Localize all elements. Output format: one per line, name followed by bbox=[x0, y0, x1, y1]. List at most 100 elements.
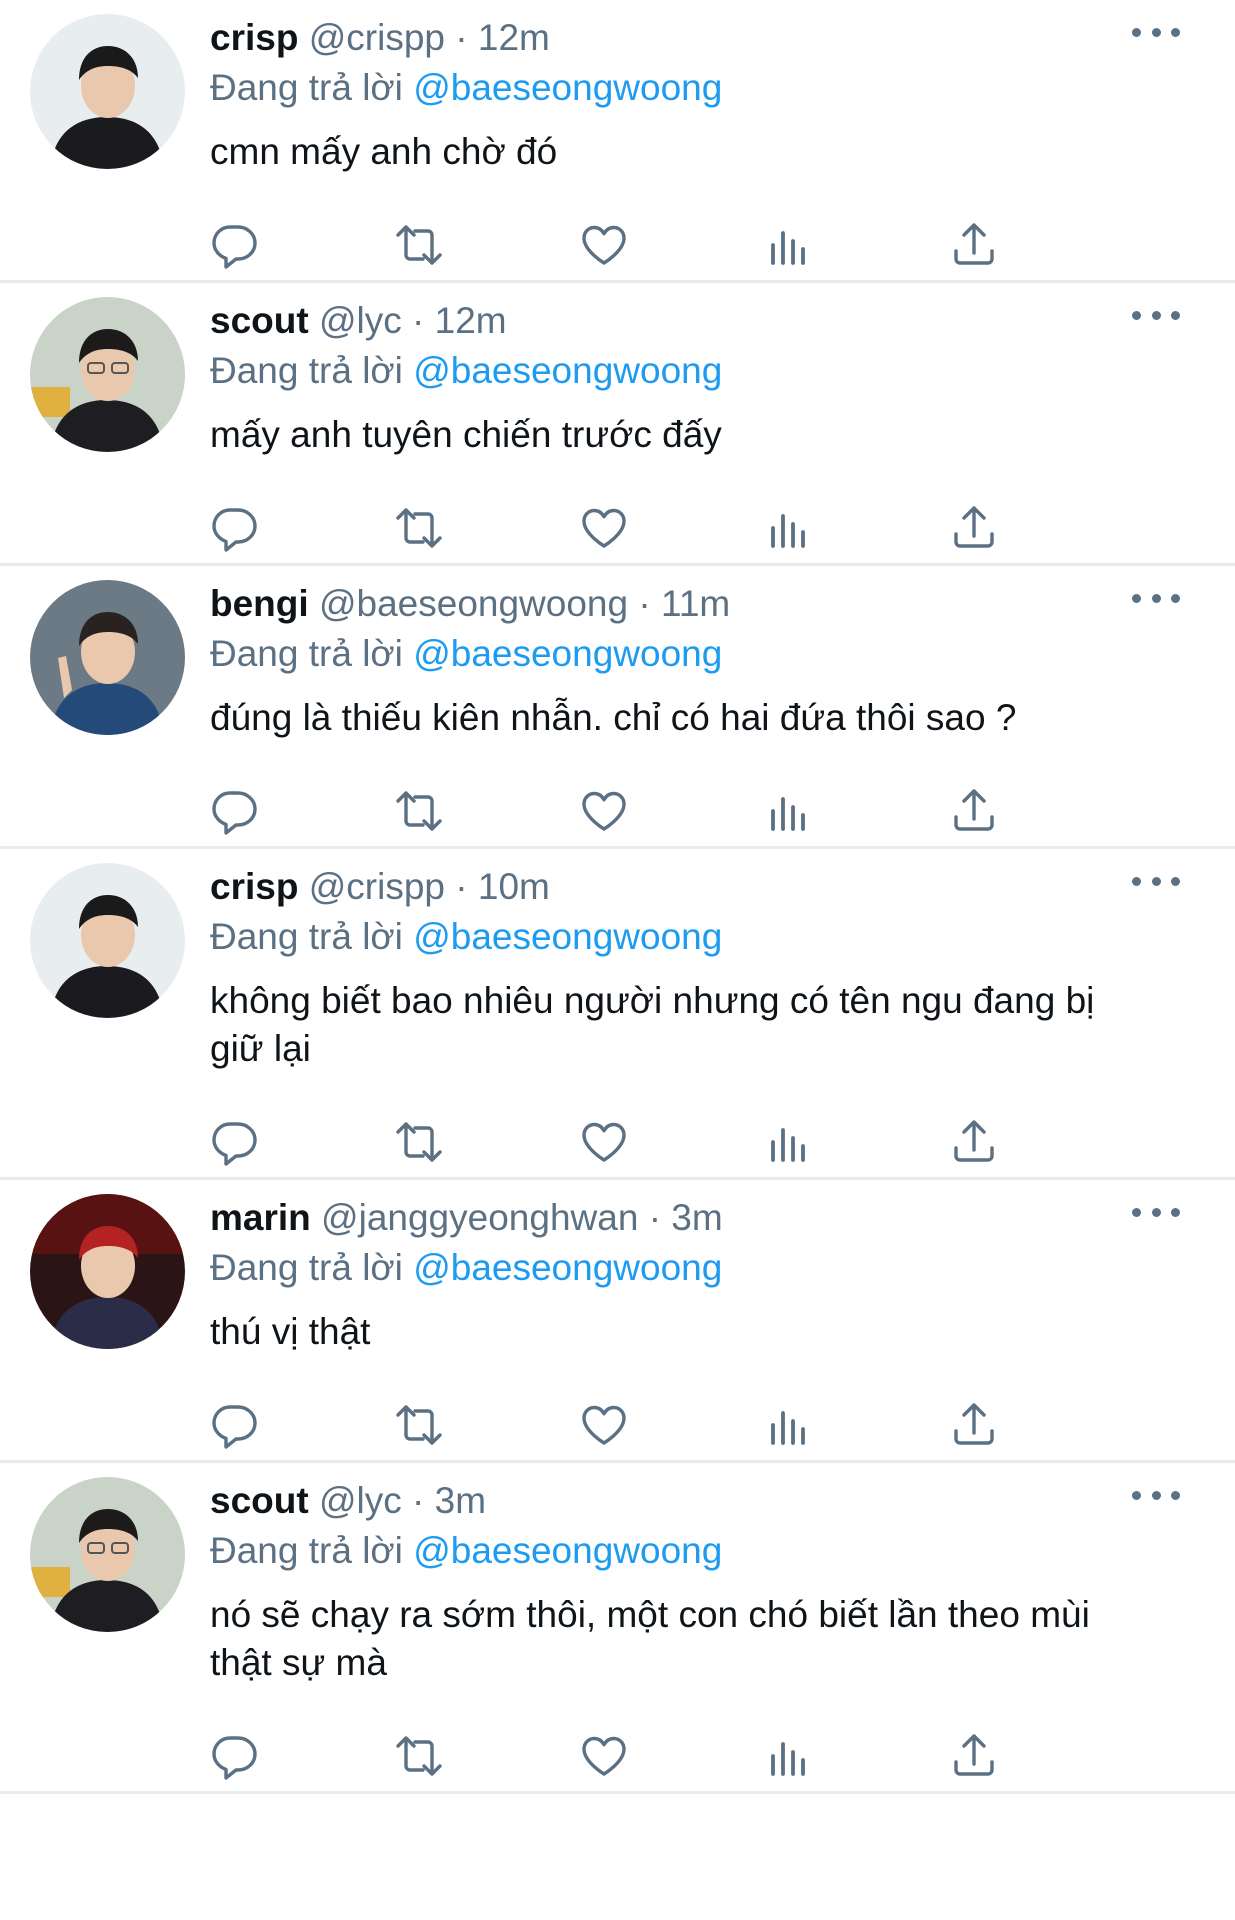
analytics-button[interactable] bbox=[765, 1390, 950, 1460]
share-button[interactable] bbox=[950, 1390, 1135, 1460]
tweet-actions bbox=[210, 210, 1135, 280]
analytics-button[interactable] bbox=[765, 1107, 950, 1177]
more-icon[interactable] bbox=[1132, 588, 1180, 608]
avatar[interactable] bbox=[30, 1477, 185, 1632]
tweet-actions bbox=[210, 1390, 1135, 1460]
retweet-button[interactable] bbox=[395, 1390, 580, 1460]
analytics-button[interactable] bbox=[765, 493, 950, 563]
like-button[interactable] bbox=[580, 1390, 765, 1460]
reply-button[interactable] bbox=[210, 1390, 395, 1460]
retweet-button[interactable] bbox=[395, 210, 580, 280]
timestamp[interactable]: 11m bbox=[661, 583, 730, 624]
reply-button[interactable] bbox=[210, 493, 395, 563]
user-handle[interactable]: @baeseongwoong bbox=[319, 583, 628, 624]
more-icon[interactable] bbox=[1132, 305, 1180, 325]
reply-prefix: Đang trả lời bbox=[210, 67, 403, 108]
reply-mention-link[interactable]: @baeseongwoong bbox=[413, 1247, 722, 1288]
reply-icon bbox=[212, 1405, 257, 1449]
share-icon bbox=[954, 223, 994, 265]
like-button[interactable] bbox=[580, 493, 765, 563]
like-icon bbox=[582, 1405, 626, 1445]
analytics-button[interactable] bbox=[765, 210, 950, 280]
display-name[interactable]: scout bbox=[210, 300, 309, 341]
avatar[interactable] bbox=[30, 297, 185, 452]
tweet[interactable]: scout @lyc · 3m Đang trả lời @baeseongwo… bbox=[0, 1463, 1235, 1794]
tweet[interactable]: marin @janggyeonghwan · 3m Đang trả lời … bbox=[0, 1180, 1235, 1463]
user-handle[interactable]: @crispp bbox=[309, 17, 445, 58]
display-name[interactable]: bengi bbox=[210, 583, 309, 624]
analytics-button[interactable] bbox=[765, 1721, 950, 1791]
display-name[interactable]: crisp bbox=[210, 866, 298, 907]
retweet-icon bbox=[396, 1122, 442, 1162]
timestamp[interactable]: 10m bbox=[478, 866, 550, 907]
reply-mention-link[interactable]: @baeseongwoong bbox=[413, 67, 722, 108]
separator-dot: · bbox=[648, 1197, 662, 1238]
retweet-button[interactable] bbox=[395, 1721, 580, 1791]
reply-button[interactable] bbox=[210, 1721, 395, 1791]
tweet[interactable]: scout @lyc · 12m Đang trả lời @baeseongw… bbox=[0, 283, 1235, 566]
share-button[interactable] bbox=[950, 776, 1135, 846]
share-icon bbox=[954, 789, 994, 831]
reply-mention-link[interactable]: @baeseongwoong bbox=[413, 916, 722, 957]
display-name[interactable]: scout bbox=[210, 1480, 309, 1521]
display-name[interactable]: crisp bbox=[210, 17, 298, 58]
reply-icon bbox=[212, 225, 257, 269]
separator-dot: · bbox=[412, 300, 425, 341]
tweet[interactable]: crisp @crispp · 12m Đang trả lời @baeseo… bbox=[0, 0, 1235, 283]
reply-icon bbox=[212, 1122, 257, 1166]
user-handle[interactable]: @janggyeonghwan bbox=[321, 1197, 638, 1238]
like-button[interactable] bbox=[580, 776, 765, 846]
tweet-content: marin @janggyeonghwan · 3m Đang trả lời … bbox=[210, 1194, 1135, 1460]
reply-prefix: Đang trả lời bbox=[210, 633, 403, 674]
retweet-icon bbox=[396, 225, 442, 265]
reply-button[interactable] bbox=[210, 210, 395, 280]
analytics-icon bbox=[771, 797, 805, 831]
reply-mention-link[interactable]: @baeseongwoong bbox=[413, 350, 722, 391]
reply-button[interactable] bbox=[210, 1107, 395, 1177]
separator-dot: · bbox=[455, 17, 468, 58]
more-icon[interactable] bbox=[1132, 1202, 1180, 1222]
retweet-icon bbox=[396, 1736, 442, 1776]
reply-prefix: Đang trả lời bbox=[210, 350, 403, 391]
more-icon[interactable] bbox=[1132, 22, 1180, 42]
avatar-image bbox=[30, 297, 185, 452]
share-button[interactable] bbox=[950, 1721, 1135, 1791]
tweet-feed: crisp @crispp · 12m Đang trả lời @baeseo… bbox=[0, 0, 1235, 1794]
tweet[interactable]: crisp @crispp · 10m Đang trả lời @baeseo… bbox=[0, 849, 1235, 1180]
more-icon[interactable] bbox=[1132, 871, 1180, 891]
timestamp[interactable]: 3m bbox=[671, 1197, 722, 1238]
timestamp[interactable]: 12m bbox=[435, 300, 507, 341]
more-icon[interactable] bbox=[1132, 1485, 1180, 1505]
retweet-button[interactable] bbox=[395, 493, 580, 563]
avatar[interactable] bbox=[30, 863, 185, 1018]
avatar[interactable] bbox=[30, 1194, 185, 1349]
like-button[interactable] bbox=[580, 1721, 765, 1791]
like-button[interactable] bbox=[580, 210, 765, 280]
analytics-button[interactable] bbox=[765, 776, 950, 846]
user-handle[interactable]: @lyc bbox=[319, 1480, 402, 1521]
reply-button[interactable] bbox=[210, 776, 395, 846]
share-icon bbox=[954, 1120, 994, 1162]
reply-mention-link[interactable]: @baeseongwoong bbox=[413, 633, 722, 674]
display-name[interactable]: marin bbox=[210, 1197, 311, 1238]
avatar-image bbox=[30, 14, 185, 169]
retweet-button[interactable] bbox=[395, 776, 580, 846]
timestamp[interactable]: 3m bbox=[435, 1480, 486, 1521]
reply-mention-link[interactable]: @baeseongwoong bbox=[413, 1530, 722, 1571]
retweet-button[interactable] bbox=[395, 1107, 580, 1177]
avatar-image bbox=[30, 580, 185, 735]
share-button[interactable] bbox=[950, 493, 1135, 563]
share-button[interactable] bbox=[950, 210, 1135, 280]
reply-prefix: Đang trả lời bbox=[210, 916, 403, 957]
user-handle[interactable]: @lyc bbox=[319, 300, 402, 341]
avatar[interactable] bbox=[30, 580, 185, 735]
timestamp[interactable]: 12m bbox=[478, 17, 550, 58]
share-button[interactable] bbox=[950, 1107, 1135, 1177]
tweet[interactable]: bengi @baeseongwoong · 11m Đang trả lời … bbox=[0, 566, 1235, 849]
avatar[interactable] bbox=[30, 14, 185, 169]
user-handle[interactable]: @crispp bbox=[309, 866, 445, 907]
like-button[interactable] bbox=[580, 1107, 765, 1177]
analytics-icon bbox=[771, 231, 805, 265]
reply-icon bbox=[212, 791, 257, 835]
tweet-text: thú vị thật bbox=[210, 1311, 371, 1352]
